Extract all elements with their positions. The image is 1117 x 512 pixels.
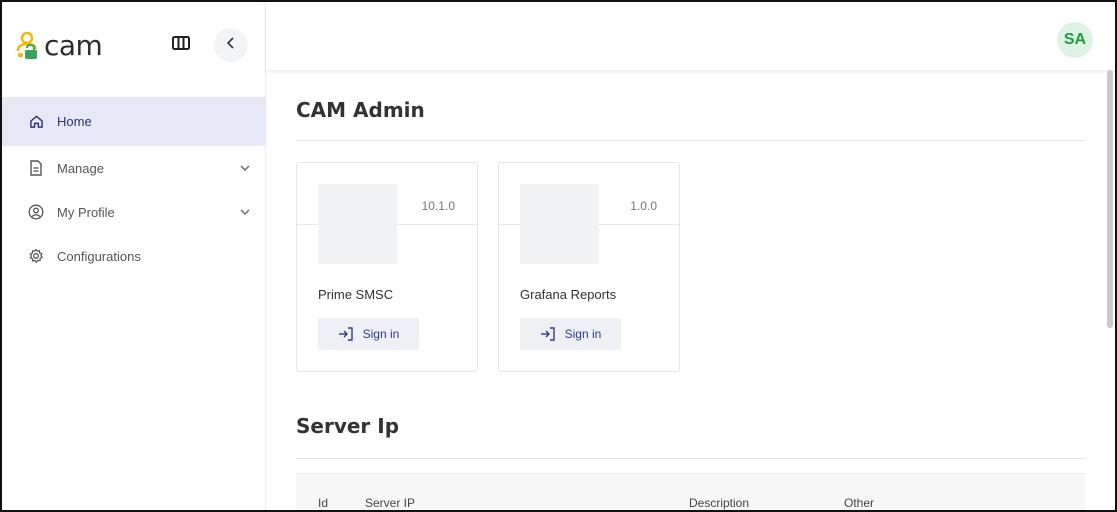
gear-icon: [28, 248, 44, 264]
app-logo-placeholder: [520, 184, 599, 264]
sidebar: cam Home Manage My Profile Configuration…: [2, 2, 266, 510]
sign-in-button[interactable]: Sign in: [318, 318, 419, 350]
sidebar-item-manage[interactable]: Manage: [2, 146, 266, 190]
app-logo-placeholder: [318, 184, 397, 264]
app-card: 1.0.0 Grafana Reports Sign in: [498, 162, 680, 372]
column-header-other[interactable]: Other: [844, 496, 874, 510]
column-header-server-ip[interactable]: Server IP: [365, 496, 415, 510]
app-name: Prime SMSC: [318, 287, 394, 302]
column-header-id[interactable]: Id: [318, 496, 328, 510]
sidebar-item-my-profile[interactable]: My Profile: [2, 190, 266, 234]
chevron-left-icon: [226, 36, 236, 54]
sidebar-item-label: Manage: [57, 160, 104, 176]
columns-button[interactable]: [170, 34, 192, 56]
main-content: CAM Admin 10.1.0 Prime SMSC Sign in 1.0.…: [266, 70, 1105, 510]
divider: [296, 458, 1085, 459]
chevron-down-icon: [240, 207, 250, 217]
collapse-sidebar-button[interactable]: [214, 28, 248, 62]
sign-in-label: Sign in: [362, 327, 400, 341]
chevron-down-icon: [240, 163, 250, 173]
sidebar-item-home[interactable]: Home: [2, 97, 266, 146]
sidebar-item-label: My Profile: [57, 204, 115, 220]
sign-in-label: Sign in: [564, 327, 602, 341]
columns-icon: [172, 35, 190, 55]
app-version: 1.0.0: [630, 199, 657, 213]
sidebar-item-label: Home: [57, 114, 92, 129]
divider: [296, 140, 1085, 141]
document-icon: [28, 160, 44, 176]
app-card: 10.1.0 Prime SMSC Sign in: [296, 162, 478, 372]
scrollbar[interactable]: [1107, 70, 1113, 328]
sign-in-button[interactable]: Sign in: [520, 318, 621, 350]
page-title: CAM Admin: [296, 98, 425, 122]
app-window: cam Home Manage My Profile Configuration…: [0, 0, 1117, 512]
sidebar-item-configurations[interactable]: Configurations: [2, 234, 266, 278]
brand-name: cam: [44, 29, 103, 62]
home-icon: [28, 114, 44, 130]
sidebar-nav: Home Manage My Profile Configurations: [2, 97, 266, 278]
sign-in-icon: [338, 327, 354, 341]
user-lock-icon: [16, 31, 42, 61]
section-title-server-ip: Server Ip: [296, 414, 400, 438]
sidebar-item-label: Configurations: [57, 248, 141, 264]
table-header: Id Server IP Description Other: [296, 473, 1085, 510]
user-circle-icon: [28, 204, 44, 220]
app-version: 10.1.0: [421, 199, 455, 213]
brand[interactable]: cam: [16, 28, 103, 64]
app-name: Grafana Reports: [520, 287, 617, 302]
avatar[interactable]: SA: [1057, 22, 1093, 58]
top-bar: SA: [266, 2, 1115, 70]
column-header-description[interactable]: Description: [689, 496, 749, 510]
sign-in-icon: [540, 327, 556, 341]
